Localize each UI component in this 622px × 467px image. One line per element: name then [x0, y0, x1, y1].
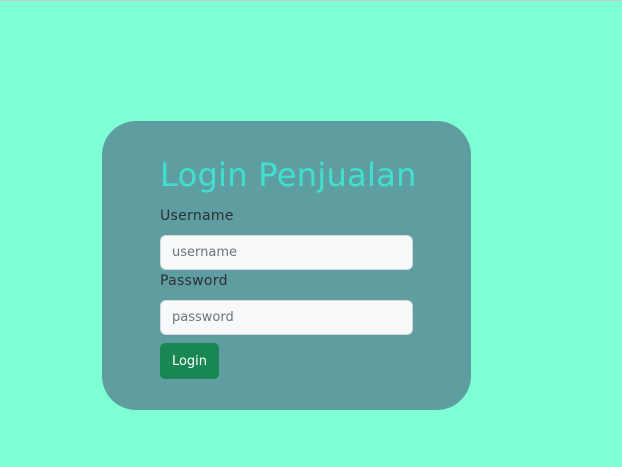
password-input[interactable]	[160, 300, 413, 335]
page-top-border	[0, 0, 622, 1]
username-label: Username	[160, 208, 234, 224]
login-button[interactable]: Login	[160, 343, 219, 379]
login-title: Login Penjualan	[160, 156, 417, 194]
username-input[interactable]	[160, 235, 413, 270]
login-card: Login Penjualan Username Password Login	[102, 121, 471, 410]
password-label: Password	[160, 273, 228, 289]
